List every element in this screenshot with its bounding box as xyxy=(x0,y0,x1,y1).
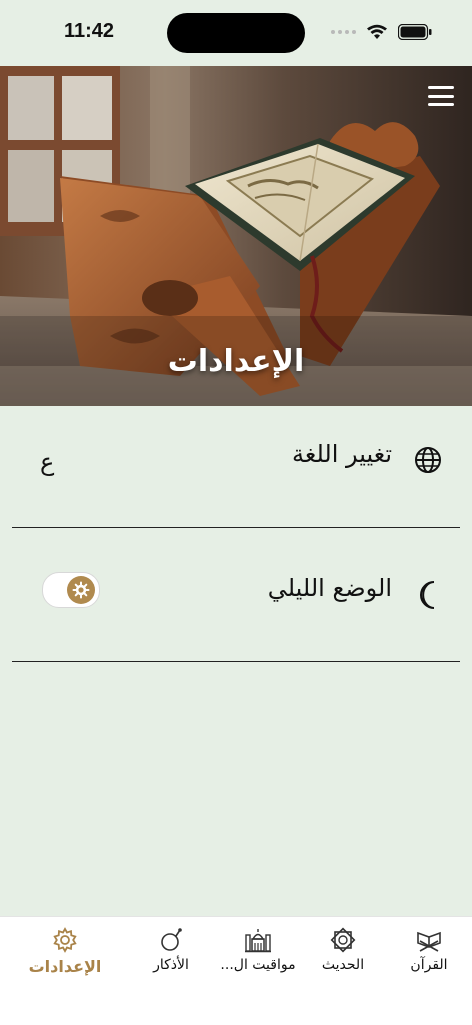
status-bar: 11:42 xyxy=(0,0,472,66)
night-mode-toggle[interactable] xyxy=(42,572,100,608)
nav-item-quran[interactable]: القرآن xyxy=(404,927,454,973)
nav-item-hadith[interactable]: الحديث xyxy=(318,927,368,973)
night-mode-label: الوضع الليلي xyxy=(267,574,392,602)
status-icons xyxy=(331,22,432,42)
nav-item-prayer-times[interactable]: مواقيت ال... xyxy=(218,927,298,973)
page-title: الإعدادات xyxy=(167,344,305,379)
battery-icon xyxy=(398,24,432,40)
star-ornament-icon xyxy=(330,927,356,953)
quran-stand-icon xyxy=(417,931,441,952)
nav-label-hadith: الحديث xyxy=(321,957,365,973)
bottom-nav: القرآن الحديث مواقيت ال... الأذكار الإعد… xyxy=(0,916,472,1025)
nav-label-settings: الإعدادات xyxy=(28,957,102,976)
night-mode-setting-row: الوضع الليلي xyxy=(12,528,460,662)
nav-item-settings[interactable]: الإعدادات xyxy=(20,927,110,976)
nav-item-adhkar[interactable]: الأذكار xyxy=(146,927,196,973)
crescent-moon-icon xyxy=(420,581,435,609)
menu-line-icon xyxy=(428,103,454,106)
hero-banner: الإعدادات xyxy=(0,66,472,406)
nav-label-prayer-times: مواقيت ال... xyxy=(220,957,296,973)
dynamic-island xyxy=(167,13,305,53)
wifi-icon xyxy=(367,24,387,39)
gear-icon xyxy=(53,927,77,953)
menu-line-icon xyxy=(428,94,454,98)
globe-icon xyxy=(415,447,441,473)
menu-button[interactable] xyxy=(428,86,454,106)
nav-label-adhkar: الأذكار xyxy=(153,957,189,973)
language-value[interactable]: ع xyxy=(40,448,54,476)
nav-label-quran: القرآن xyxy=(410,957,448,973)
language-setting-row[interactable]: تغيير اللغة ع xyxy=(12,406,460,528)
toggle-knob xyxy=(67,576,95,604)
status-time: 11:42 xyxy=(64,20,115,42)
sun-gear-icon xyxy=(72,581,90,599)
signal-dots-icon xyxy=(331,30,356,34)
language-label: تغيير اللغة xyxy=(292,440,392,468)
mosque-icon xyxy=(245,929,271,953)
menu-line-icon xyxy=(428,86,454,89)
prayer-beads-icon xyxy=(161,928,182,951)
